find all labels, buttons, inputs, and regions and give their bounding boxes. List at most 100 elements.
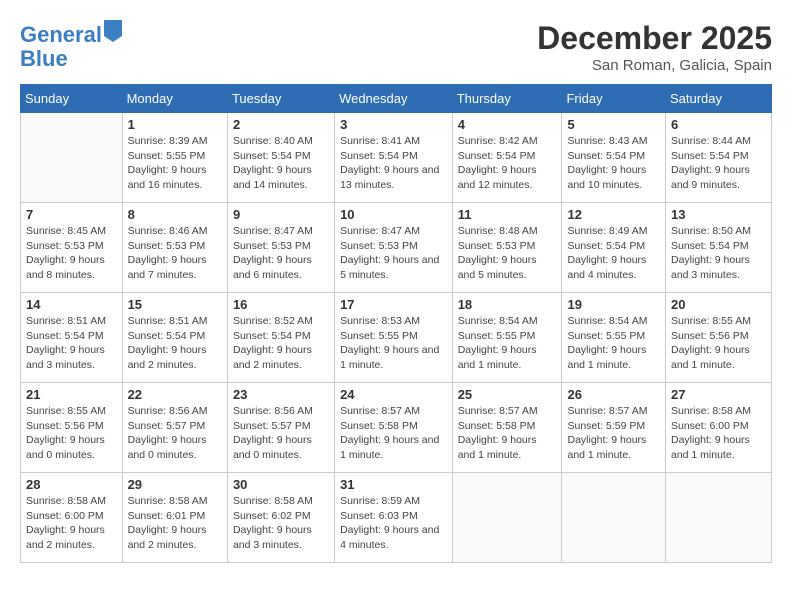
calendar-cell: 17 Sunrise: 8:53 AMSunset: 5:55 PMDayligh… (335, 293, 453, 383)
day-info: Sunrise: 8:57 AMSunset: 5:58 PMDaylight:… (340, 404, 447, 463)
weekday-header-monday: Monday (122, 85, 227, 113)
day-number: 18 (458, 297, 557, 312)
day-number: 30 (233, 477, 329, 492)
calendar-cell: 27Sunrise: 8:58 AMSunset: 6:00 PMDayligh… (665, 383, 771, 473)
title-block: December 2025 San Roman, Galicia, Spain (537, 20, 772, 74)
calendar-week-5: 28 Sunrise: 8:58 AMSunset: 6:00 PMDayligh… (21, 473, 772, 563)
day-number: 13 (671, 207, 766, 222)
day-info: Sunrise: 8:56 AMSunset: 5:57 PMDaylight:… (233, 404, 329, 463)
day-number: 2 (233, 117, 329, 132)
day-info: Sunrise: 8:51 AMSunset: 5:54 PMDaylight:… (26, 314, 117, 373)
day-number: 7 (26, 207, 117, 222)
day-number: 28 (26, 477, 117, 492)
calendar-cell: 16 Sunrise: 8:52 AMSunset: 5:54 PMDayligh… (227, 293, 334, 383)
calendar-cell (452, 473, 562, 563)
calendar-cell: 29Sunrise: 8:58 AMSunset: 6:01 PMDayligh… (122, 473, 227, 563)
calendar-cell: 28 Sunrise: 8:58 AMSunset: 6:00 PMDayligh… (21, 473, 123, 563)
day-info: Sunrise: 8:58 AMSunset: 6:01 PMDaylight:… (128, 494, 222, 553)
calendar-cell: 22Sunrise: 8:56 AMSunset: 5:57 PMDayligh… (122, 383, 227, 473)
calendar-cell: 31Sunrise: 8:59 AMSunset: 6:03 PMDayligh… (335, 473, 453, 563)
calendar-cell: 13 Sunrise: 8:50 AMSunset: 5:54 PMDayligh… (665, 203, 771, 293)
calendar-week-4: 21Sunrise: 8:55 AMSunset: 5:56 PMDayligh… (21, 383, 772, 473)
day-info: Sunrise: 8:58 AMSunset: 6:02 PMDaylight:… (233, 494, 329, 553)
calendar-cell: 8 Sunrise: 8:46 AMSunset: 5:53 PMDaylight… (122, 203, 227, 293)
day-number: 22 (128, 387, 222, 402)
calendar-cell: 20Sunrise: 8:55 AMSunset: 5:56 PMDayligh… (665, 293, 771, 383)
day-number: 19 (567, 297, 660, 312)
day-info: Sunrise: 8:46 AMSunset: 5:53 PMDaylight:… (128, 224, 222, 283)
logo: General Blue (20, 20, 122, 71)
day-info: Sunrise: 8:42 AMSunset: 5:54 PMDaylight:… (458, 134, 557, 193)
day-info: Sunrise: 8:51 AMSunset: 5:54 PMDaylight:… (128, 314, 222, 373)
day-number: 11 (458, 207, 557, 222)
day-info: Sunrise: 8:55 AMSunset: 5:56 PMDaylight:… (26, 404, 117, 463)
day-info: Sunrise: 8:57 AMSunset: 5:58 PMDaylight:… (458, 404, 557, 463)
day-info: Sunrise: 8:55 AMSunset: 5:56 PMDaylight:… (671, 314, 766, 373)
day-info: Sunrise: 8:47 AMSunset: 5:53 PMDaylight:… (340, 224, 447, 283)
weekday-header-wednesday: Wednesday (335, 85, 453, 113)
day-number: 16 (233, 297, 329, 312)
day-number: 17 (340, 297, 447, 312)
day-number: 1 (128, 117, 222, 132)
day-info: Sunrise: 8:53 AMSunset: 5:55 PMDaylight:… (340, 314, 447, 373)
day-info: Sunrise: 8:58 AMSunset: 6:00 PMDaylight:… (26, 494, 117, 553)
day-info: Sunrise: 8:57 AMSunset: 5:59 PMDaylight:… (567, 404, 660, 463)
calendar-cell: 5Sunrise: 8:43 AMSunset: 5:54 PMDaylight… (562, 113, 666, 203)
weekday-header-row: SundayMondayTuesdayWednesdayThursdayFrid… (21, 85, 772, 113)
page-header: General Blue December 2025 San Roman, Ga… (20, 20, 772, 74)
calendar-cell: 30 Sunrise: 8:58 AMSunset: 6:02 PMDayligh… (227, 473, 334, 563)
logo-text: General (20, 20, 122, 47)
day-info: Sunrise: 8:49 AMSunset: 5:54 PMDaylight:… (567, 224, 660, 283)
calendar-cell (665, 473, 771, 563)
calendar-cell: 10 Sunrise: 8:47 AMSunset: 5:53 PMDayligh… (335, 203, 453, 293)
day-info: Sunrise: 8:54 AMSunset: 5:55 PMDaylight:… (567, 314, 660, 373)
weekday-header-friday: Friday (562, 85, 666, 113)
day-info: Sunrise: 8:45 AMSunset: 5:53 PMDaylight:… (26, 224, 117, 283)
day-number: 27 (671, 387, 766, 402)
day-number: 10 (340, 207, 447, 222)
calendar-cell: 4 Sunrise: 8:42 AMSunset: 5:54 PMDaylight… (452, 113, 562, 203)
weekday-header-saturday: Saturday (665, 85, 771, 113)
day-number: 24 (340, 387, 447, 402)
weekday-header-tuesday: Tuesday (227, 85, 334, 113)
calendar-cell: 19 Sunrise: 8:54 AMSunset: 5:55 PMDayligh… (562, 293, 666, 383)
day-number: 23 (233, 387, 329, 402)
calendar-cell: 23 Sunrise: 8:56 AMSunset: 5:57 PMDayligh… (227, 383, 334, 473)
calendar-cell: 15Sunrise: 8:51 AMSunset: 5:54 PMDayligh… (122, 293, 227, 383)
weekday-header-thursday: Thursday (452, 85, 562, 113)
calendar-cell: 25 Sunrise: 8:57 AMSunset: 5:58 PMDayligh… (452, 383, 562, 473)
calendar-cell: 12 Sunrise: 8:49 AMSunset: 5:54 PMDayligh… (562, 203, 666, 293)
day-info: Sunrise: 8:54 AMSunset: 5:55 PMDaylight:… (458, 314, 557, 373)
calendar-cell: 24 Sunrise: 8:57 AMSunset: 5:58 PMDayligh… (335, 383, 453, 473)
calendar-week-1: 1Sunrise: 8:39 AMSunset: 5:55 PMDaylight… (21, 113, 772, 203)
day-number: 3 (340, 117, 447, 132)
calendar-table: SundayMondayTuesdayWednesdayThursdayFrid… (20, 84, 772, 563)
day-info: Sunrise: 8:47 AMSunset: 5:53 PMDaylight:… (233, 224, 329, 283)
day-number: 4 (458, 117, 557, 132)
day-info: Sunrise: 8:48 AMSunset: 5:53 PMDaylight:… (458, 224, 557, 283)
day-number: 31 (340, 477, 447, 492)
calendar-cell: 6 Sunrise: 8:44 AMSunset: 5:54 PMDaylight… (665, 113, 771, 203)
calendar-cell: 2 Sunrise: 8:40 AMSunset: 5:54 PMDaylight… (227, 113, 334, 203)
day-number: 12 (567, 207, 660, 222)
calendar-cell: 11 Sunrise: 8:48 AMSunset: 5:53 PMDayligh… (452, 203, 562, 293)
calendar-cell: 26Sunrise: 8:57 AMSunset: 5:59 PMDayligh… (562, 383, 666, 473)
day-number: 8 (128, 207, 222, 222)
calendar-week-2: 7 Sunrise: 8:45 AMSunset: 5:53 PMDaylight… (21, 203, 772, 293)
logo-general: General (20, 22, 102, 47)
day-info: Sunrise: 8:41 AMSunset: 5:54 PMDaylight:… (340, 134, 447, 193)
day-info: Sunrise: 8:44 AMSunset: 5:54 PMDaylight:… (671, 134, 766, 193)
calendar-cell: 18 Sunrise: 8:54 AMSunset: 5:55 PMDayligh… (452, 293, 562, 383)
day-number: 25 (458, 387, 557, 402)
day-info: Sunrise: 8:50 AMSunset: 5:54 PMDaylight:… (671, 224, 766, 283)
calendar-cell: 14Sunrise: 8:51 AMSunset: 5:54 PMDayligh… (21, 293, 123, 383)
day-info: Sunrise: 8:52 AMSunset: 5:54 PMDaylight:… (233, 314, 329, 373)
location: San Roman, Galicia, Spain (537, 57, 772, 74)
calendar-cell: 7 Sunrise: 8:45 AMSunset: 5:53 PMDaylight… (21, 203, 123, 293)
calendar-cell: 3 Sunrise: 8:41 AMSunset: 5:54 PMDaylight… (335, 113, 453, 203)
calendar-cell (21, 113, 123, 203)
day-info: Sunrise: 8:40 AMSunset: 5:54 PMDaylight:… (233, 134, 329, 193)
calendar-cell: 21Sunrise: 8:55 AMSunset: 5:56 PMDayligh… (21, 383, 123, 473)
day-number: 6 (671, 117, 766, 132)
month-title: December 2025 (537, 20, 772, 57)
